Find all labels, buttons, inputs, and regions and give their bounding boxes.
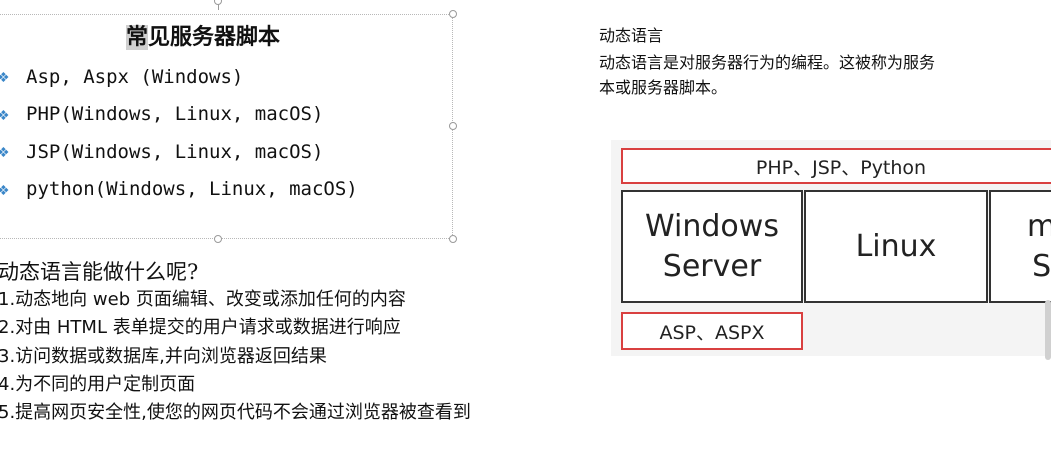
list-item: 5.提高网页安全性,使您的网页代码不会通过浏览器被查看到: [0, 402, 471, 424]
list-item: ❖ PHP(Windows, Linux, macOS): [0, 103, 324, 126]
resize-handle-bottom[interactable]: [214, 235, 222, 243]
dynamic-language-heading: 动态语言: [599, 26, 664, 45]
resize-handle-right[interactable]: [449, 122, 457, 130]
vertical-scrollbar[interactable]: [1045, 300, 1051, 360]
top-language-bar: PHP、JSP、Python: [621, 148, 1051, 184]
textbox-title: 常见服务器脚本: [126, 25, 281, 50]
question-title: 动态语言能做什么呢?: [0, 260, 199, 284]
list-item: 1.动态地向 web 页面编辑、改变或添加任何的内容: [0, 289, 406, 310]
diamond-bullet-icon: ❖: [0, 141, 9, 163]
os-macos-partial: mS: [989, 190, 1051, 303]
text-selection: 常: [126, 25, 149, 50]
rotate-handle[interactable]: [214, 0, 222, 5]
resize-handle-bottom-right[interactable]: [449, 235, 457, 243]
diamond-bullet-icon: ❖: [0, 66, 9, 88]
list-item: ❖ Asp, Aspx (Windows): [0, 65, 244, 88]
dynamic-language-description: 动态语言是对服务器行为的编程。这被称为服务 本或服务器脚本。: [599, 53, 936, 97]
diamond-bullet-icon: ❖: [0, 178, 9, 200]
list-item: 3.访问数据或数据库,并向浏览器返回结果: [0, 345, 327, 367]
bottom-language-bar: ASP、ASPX: [621, 312, 803, 350]
list-item: ❖ python(Windows, Linux, macOS): [0, 178, 358, 201]
capability-list: 1.动态地向 web 页面编辑、改变或添加任何的内容 2.对由 HTML 表单提…: [0, 286, 471, 427]
architecture-diagram: PHP、JSP、Python Windows Server Linux mS AS…: [611, 140, 1051, 356]
os-linux: Linux: [804, 190, 988, 303]
os-windows-server: Windows Server: [621, 190, 803, 303]
list-item: 2.对由 HTML 表单提交的用户请求或数据进行响应: [0, 317, 401, 339]
resize-handle-top-right[interactable]: [449, 10, 457, 18]
script-list: ❖ Asp, Aspx (Windows) ❖ PHP(Windows, Linux…: [0, 58, 358, 208]
list-item: 4.为不同的用户定制页面: [0, 373, 196, 395]
diamond-bullet-icon: ❖: [0, 103, 9, 125]
list-item: ❖ JSP(Windows, Linux, macOS): [0, 140, 324, 163]
